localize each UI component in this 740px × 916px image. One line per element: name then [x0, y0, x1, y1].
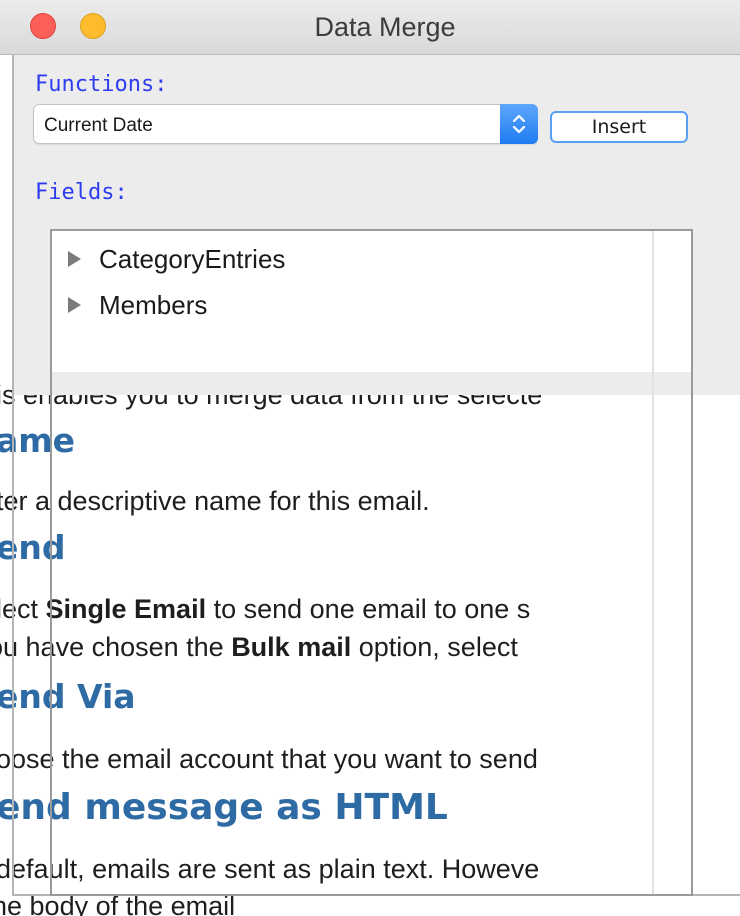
insert-button[interactable]: Insert [550, 111, 688, 143]
fields-tree[interactable]: CategoryEntries Members [50, 229, 693, 896]
disclosure-triangle-icon[interactable] [68, 251, 81, 267]
tree-item-members[interactable]: Members [68, 289, 207, 321]
functions-selected-value: Current Date [44, 115, 153, 136]
tree-item-category-entries[interactable]: CategoryEntries [68, 243, 285, 275]
functions-label: Functions: [35, 72, 168, 97]
title-bar[interactable]: Data Merge [0, 0, 740, 55]
disclosure-triangle-icon[interactable] [68, 297, 81, 313]
fields-scrollbar[interactable] [652, 231, 691, 894]
fields-label: Fields: [35, 180, 128, 205]
window-title: Data Merge [314, 12, 456, 42]
help-html-text-2: he body of the email [0, 891, 236, 916]
select-stepper-icon[interactable] [500, 104, 538, 144]
functions-select[interactable]: Current Date [33, 104, 538, 144]
tree-item-label: CategoryEntries [99, 243, 286, 274]
tree-item-label: Members [99, 289, 208, 320]
